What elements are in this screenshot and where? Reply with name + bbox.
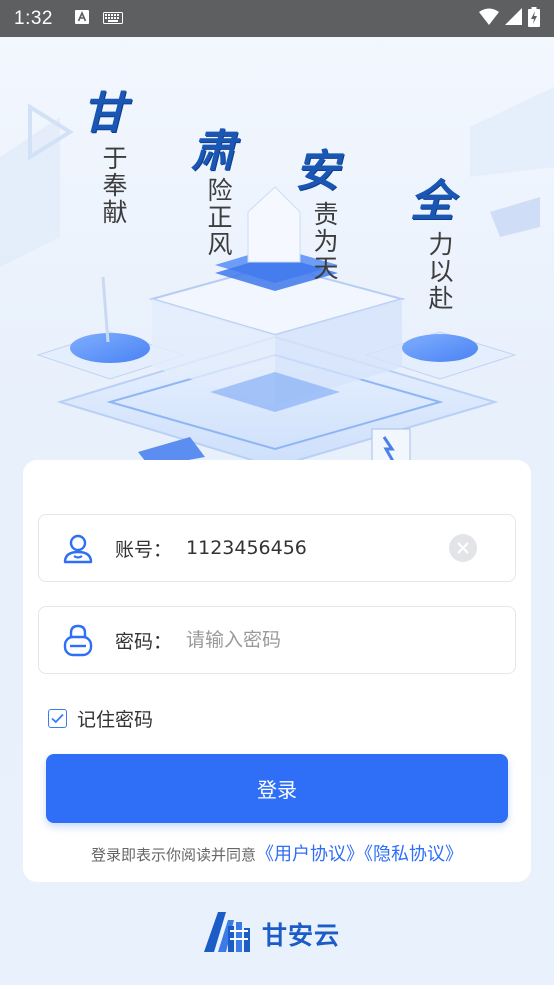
notification-a-icon (74, 9, 89, 28)
status-time: 1:32 (14, 7, 53, 29)
login-button[interactable]: 登录 (46, 754, 508, 823)
brand-name: 甘安云 (262, 921, 341, 950)
login-card: 账号： 密码： 记住密码 登录 登录即表示你阅读并同意《用户协议》《隐私协议》 (23, 460, 531, 882)
slogan-2: 险正风 (204, 177, 233, 258)
agreement-text: 登录即表示你阅读并同意《用户协议》《隐私协议》 (23, 840, 531, 866)
wifi-icon (479, 8, 499, 29)
remember-password[interactable]: 记住密码 (48, 705, 153, 732)
calligraphy-char-3: 安 (295, 146, 339, 197)
user-agreement-link[interactable]: 《用户协议》 (256, 844, 364, 865)
account-input[interactable] (186, 537, 449, 559)
privacy-policy-link[interactable]: 《隐私协议》 (364, 844, 463, 865)
brand-logo: 甘安云 (204, 912, 340, 956)
signal-icon (505, 8, 522, 29)
clear-icon[interactable] (449, 534, 477, 562)
checkmark-icon (51, 713, 64, 724)
logo-icon (204, 912, 254, 956)
calligraphy-char-1: 甘 (82, 88, 126, 139)
lock-icon (61, 623, 95, 657)
slogan-1: 于奉献 (99, 145, 128, 226)
slogan-4: 力以赴 (425, 231, 454, 312)
keyboard-icon (102, 9, 123, 28)
password-field[interactable]: 密码： (38, 606, 516, 674)
remember-label: 记住密码 (77, 709, 154, 731)
remember-checkbox[interactable] (48, 709, 67, 728)
account-field[interactable]: 账号： (38, 514, 516, 582)
slogan-3: 责为天 (310, 201, 339, 282)
status-bar: 1:32 (0, 0, 554, 37)
account-label: 账号： (115, 538, 173, 561)
calligraphy-char-4: 全 (410, 176, 454, 227)
password-input[interactable] (186, 629, 515, 651)
calligraphy-char-2: 肃 (191, 126, 235, 177)
password-label: 密码： (115, 630, 173, 653)
agreement-prefix: 登录即表示你阅读并同意 (90, 846, 256, 864)
battery-charging-icon (528, 6, 540, 31)
user-icon (61, 531, 95, 565)
hero-banner: 甘 于奉献 肃 险正风 安 责为天 全 力以赴 (0, 37, 554, 467)
